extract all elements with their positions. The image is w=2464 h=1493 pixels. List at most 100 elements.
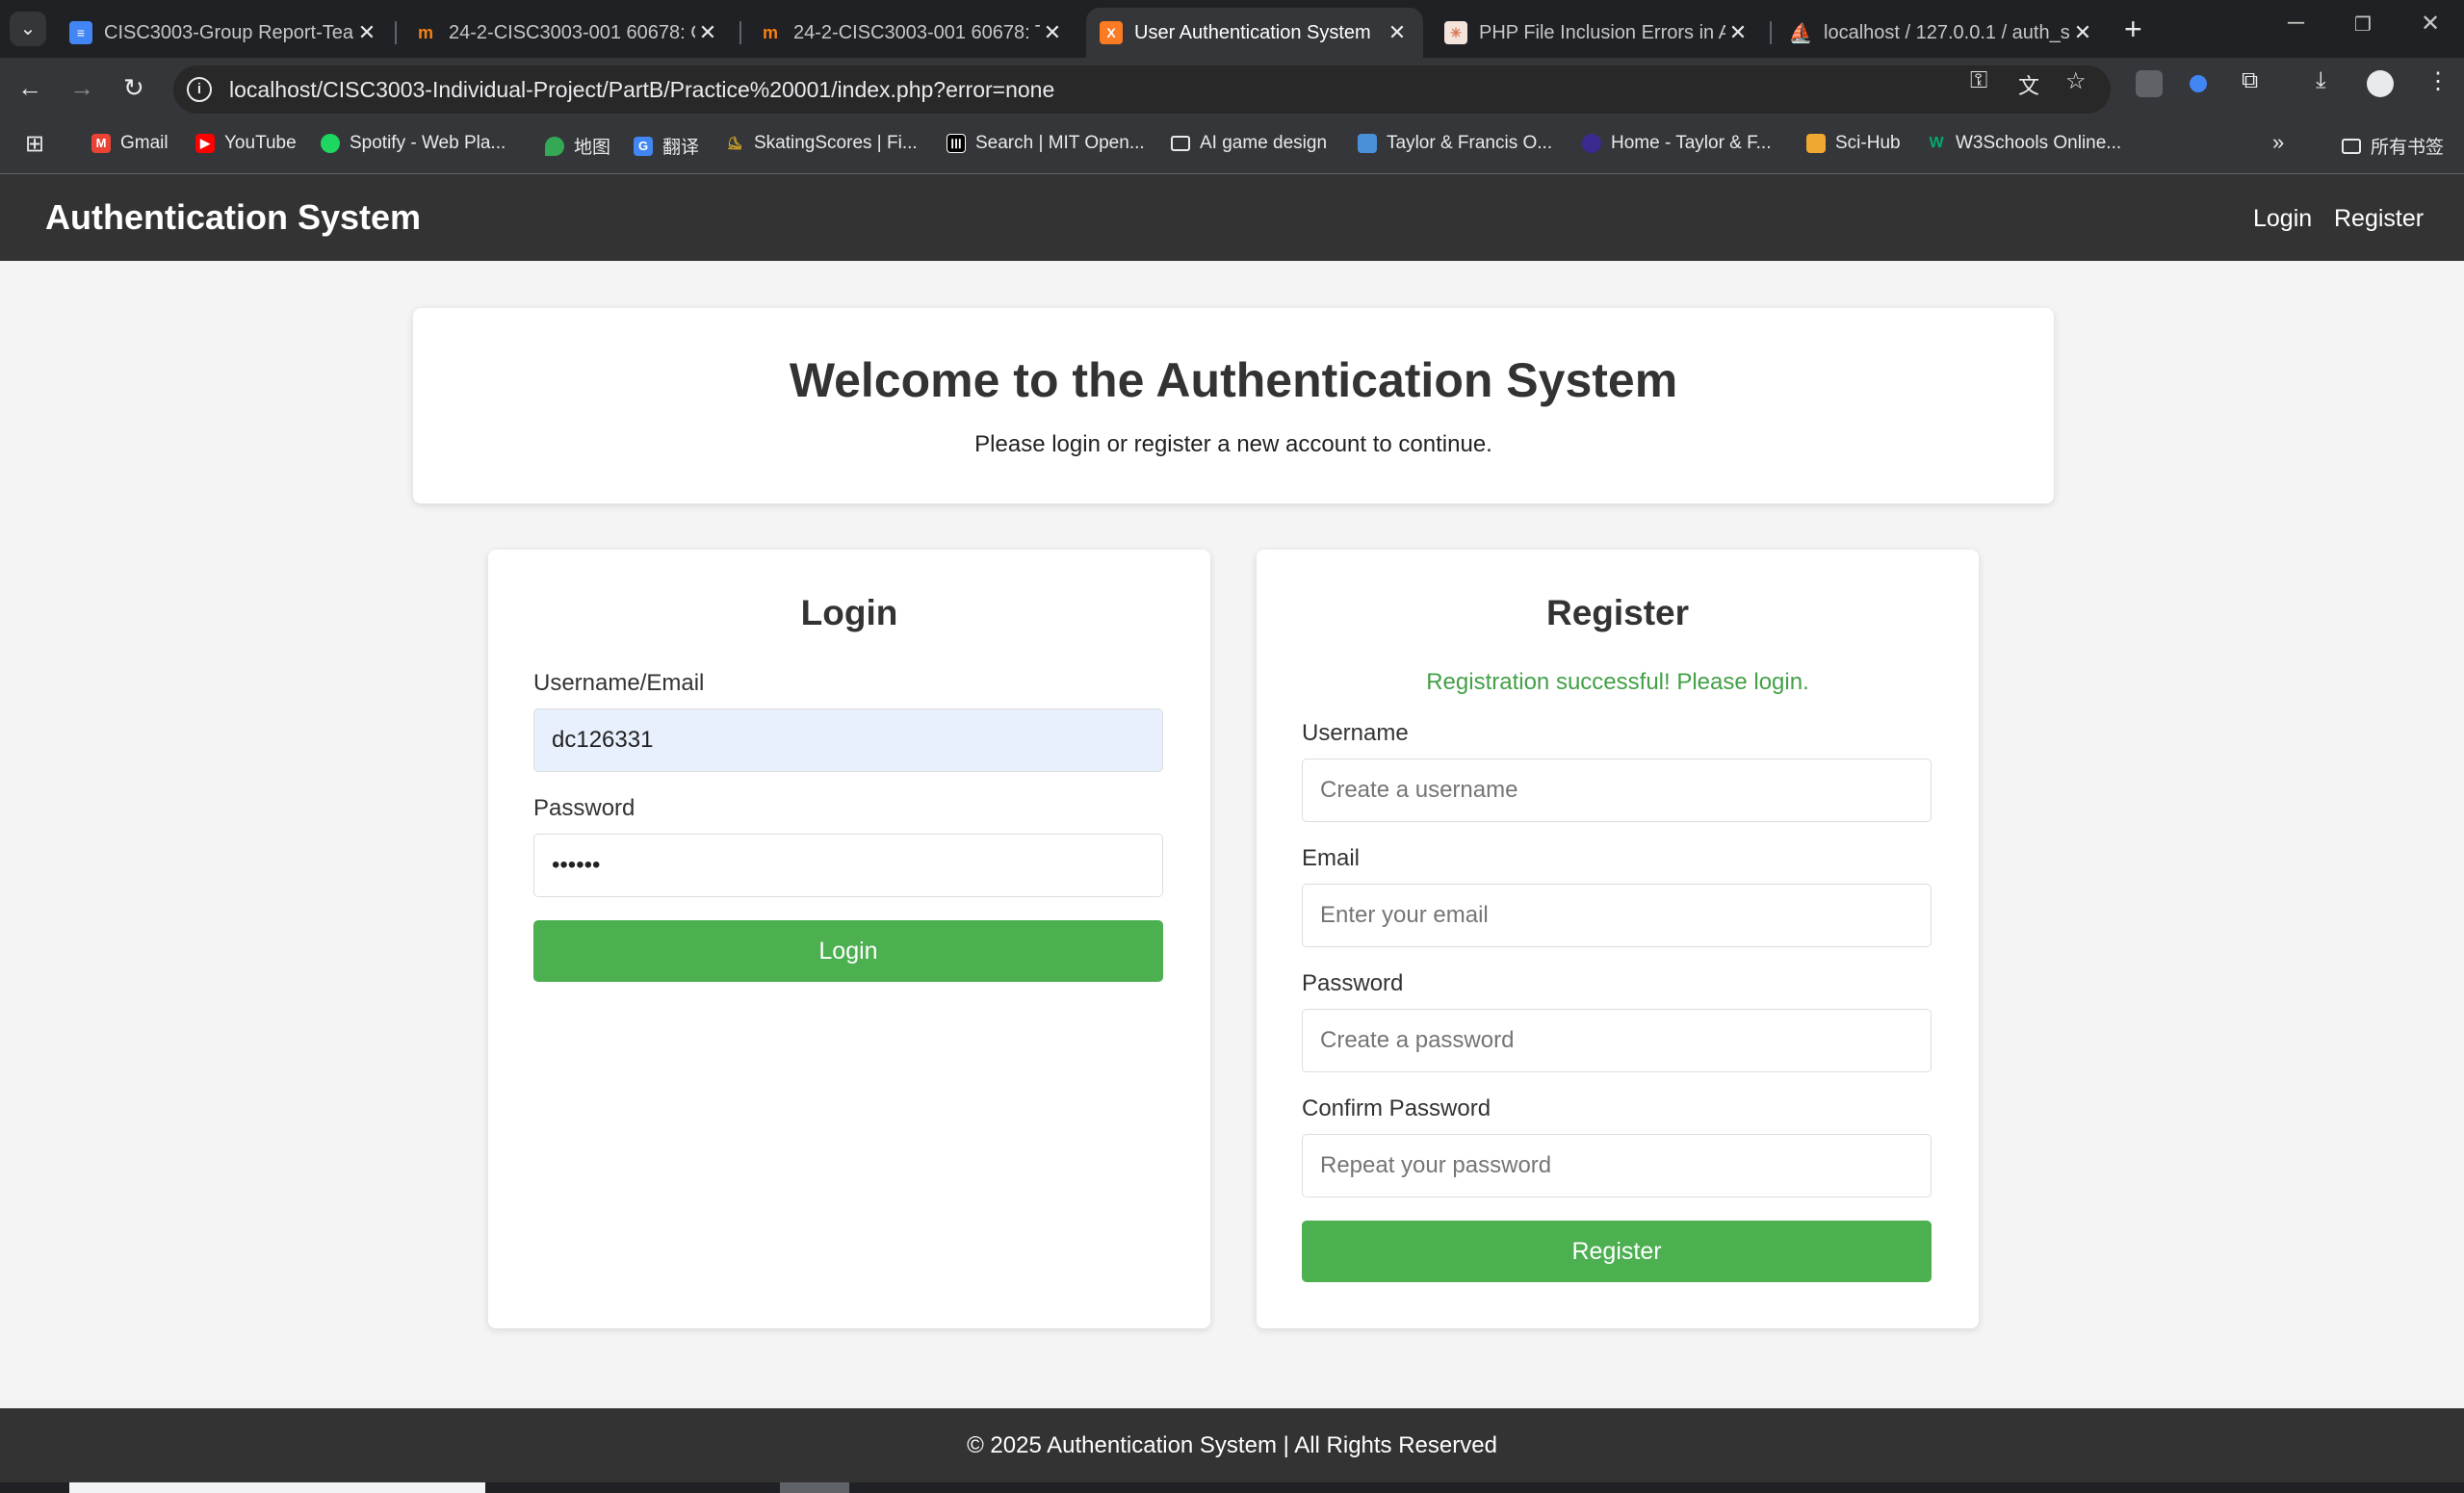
tab-title: PHP File Inclusion Errors in A xyxy=(1479,21,1725,43)
tab-moodle-2[interactable]: m 24-2-CISC3003-001 60678: T ✕ xyxy=(745,8,1078,58)
bookmark-taylor-francis[interactable]: Taylor & Francis O... xyxy=(1358,133,1552,154)
close-icon[interactable]: ✕ xyxy=(695,20,720,45)
profile-avatar-icon[interactable] xyxy=(2367,70,2394,97)
register-email-input[interactable]: Enter your email xyxy=(1302,884,1932,947)
welcome-title: Welcome to the Authentication System xyxy=(789,353,1678,407)
login-card: Login Username/Email dc126331 Password •… xyxy=(488,550,1210,1328)
close-icon[interactable]: ✕ xyxy=(354,20,379,45)
tab-title: User Authentication System xyxy=(1134,21,1371,43)
nav-register-link[interactable]: Register xyxy=(2334,205,2424,233)
url-text[interactable]: localhost/CISC3003-Individual-Project/Pa… xyxy=(229,77,1054,103)
login-password-label: Password xyxy=(533,795,635,821)
bookmark-translate[interactable]: G 翻译 xyxy=(634,133,699,159)
nav-login-link[interactable]: Login xyxy=(2253,205,2312,233)
username-email-label: Username/Email xyxy=(533,670,705,696)
phpmyadmin-icon: ⛵ xyxy=(1788,22,1813,44)
download-icon[interactable]: ⤓ xyxy=(2316,67,2326,94)
xampp-icon: X xyxy=(1100,21,1123,44)
tab-moodle-1[interactable]: m 24-2-CISC3003-001 60678: C ✕ xyxy=(401,8,734,58)
scihub-icon xyxy=(1806,134,1826,153)
apps-grid-icon[interactable]: ⊞ xyxy=(25,130,44,158)
bookmark-label: Gmail xyxy=(120,133,169,153)
docs-icon: ≡ xyxy=(69,21,92,44)
brand-title[interactable]: Authentication System xyxy=(45,197,421,238)
bookmark-taylor-francis-home[interactable]: Home - Taylor & F... xyxy=(1582,133,1771,154)
bookmark-label: Sci-Hub xyxy=(1835,133,1901,153)
arrow-left-icon: ← xyxy=(17,73,42,102)
bookmark-ai-game-design[interactable]: AI game design xyxy=(1171,133,1327,154)
shield-extension-icon[interactable] xyxy=(2136,70,2163,97)
page-footer: © 2025 Authentication System | All Right… xyxy=(0,1408,2464,1482)
close-icon[interactable]: ✕ xyxy=(1725,20,1751,45)
bookmark-star-icon[interactable]: ☆ xyxy=(2065,67,2087,95)
reload-icon: ↻ xyxy=(123,73,144,102)
register-button[interactable]: Register xyxy=(1302,1221,1932,1282)
maps-icon xyxy=(545,136,564,156)
w3schools-icon: W xyxy=(1929,135,1944,151)
tab-user-authentication[interactable]: X User Authentication System ✕ xyxy=(1086,8,1423,58)
close-icon[interactable]: ✕ xyxy=(1040,20,1065,45)
bookmarks-bar: ⊞ M Gmail ▶ YouTube Spotify - Web Pla... 地… xyxy=(0,121,2464,174)
taskbar-item[interactable] xyxy=(780,1482,849,1493)
bookmark-label: SkatingScores | Fi... xyxy=(754,133,918,153)
bookmark-label: Spotify - Web Pla... xyxy=(350,133,506,153)
bookmark-gmail[interactable]: M Gmail xyxy=(91,133,169,154)
password-key-icon[interactable]: ⚿ xyxy=(1970,67,1987,94)
minimize-icon: ─ xyxy=(2288,10,2305,36)
register-password-label: Password xyxy=(1302,970,1404,996)
forward-button[interactable]: → xyxy=(69,73,94,103)
login-username-input[interactable]: dc126331 xyxy=(533,708,1163,772)
register-username-input[interactable]: Create a username xyxy=(1302,759,1932,822)
plus-icon: + xyxy=(2124,12,2142,46)
close-window-button[interactable]: ✕ xyxy=(2421,10,2440,38)
tab-phpmyadmin[interactable]: ⛵ localhost / 127.0.0.1 / auth_s ✕ xyxy=(1776,8,2109,58)
bookmark-spotify[interactable]: Spotify - Web Pla... xyxy=(321,133,506,154)
minimize-button[interactable]: ─ xyxy=(2288,10,2304,37)
welcome-card: Welcome to the Authentication System Ple… xyxy=(413,308,2054,503)
confirm-password-label: Confirm Password xyxy=(1302,1095,1491,1121)
close-icon[interactable]: ✕ xyxy=(1385,20,1410,45)
bookmark-maps[interactable]: 地图 xyxy=(545,133,610,159)
register-password-input[interactable]: Create a password xyxy=(1302,1009,1932,1072)
mit-icon: ⅠⅠⅠ xyxy=(947,134,966,153)
taskbar-search-box[interactable] xyxy=(69,1482,485,1493)
back-button[interactable]: ← xyxy=(17,73,42,103)
bookmark-skatingscores[interactable]: ⛸ SkatingScores | Fi... xyxy=(725,133,918,154)
tab-search-button[interactable]: ⌄ xyxy=(10,12,46,46)
moodle-icon: m xyxy=(762,22,778,42)
kebab-menu-icon[interactable]: ⋮ xyxy=(2426,67,2450,95)
tab-group-report[interactable]: ≡ CISC3003-Group Report-Team ✕ xyxy=(56,8,393,58)
close-icon[interactable]: ✕ xyxy=(2070,20,2095,45)
all-bookmarks-folder[interactable]: 所有书签 xyxy=(2342,133,2444,159)
bookmark-scihub[interactable]: Sci-Hub xyxy=(1806,133,1901,154)
tab-title: CISC3003-Group Report-Team xyxy=(104,21,354,43)
bookmarks-overflow-icon[interactable]: » xyxy=(2272,130,2284,155)
register-card: Register Registration successful! Please… xyxy=(1257,550,1979,1328)
translate-icon[interactable]: 文 xyxy=(2018,69,2039,100)
login-button[interactable]: Login xyxy=(533,920,1163,982)
bookmark-label: Taylor & Francis O... xyxy=(1387,133,1553,153)
bookmark-w3schools[interactable]: W W3Schools Online... xyxy=(1927,133,2121,154)
all-bookmarks-label: 所有书签 xyxy=(2371,138,2445,158)
extensions-puzzle-icon[interactable]: ⧉ xyxy=(2242,67,2258,94)
address-bar[interactable]: i localhost/CISC3003-Individual-Project/… xyxy=(173,65,2111,114)
login-password-input[interactable]: •••••• xyxy=(533,834,1163,897)
taskbar-strip xyxy=(0,1482,2464,1493)
chevron-down-icon: ⌄ xyxy=(19,18,37,39)
new-tab-button[interactable]: + xyxy=(2124,12,2142,46)
folder-icon xyxy=(2342,138,2361,154)
bookmark-label: Search | MIT Open... xyxy=(975,133,1145,153)
reload-button[interactable]: ↻ xyxy=(123,73,144,103)
tab-strip: ⌄ ≡ CISC3003-Group Report-Team ✕ m 24-2-… xyxy=(0,0,2464,58)
bookmark-label: YouTube xyxy=(224,133,297,153)
bookmark-label: AI game design xyxy=(1200,133,1328,153)
bookmark-label: 翻译 xyxy=(662,138,700,158)
bookmark-mit[interactable]: ⅠⅠⅠ Search | MIT Open... xyxy=(947,133,1145,154)
tab-php-errors[interactable]: ✳ PHP File Inclusion Errors in A ✕ xyxy=(1431,8,1764,58)
tab-separator xyxy=(395,21,397,44)
restore-button[interactable]: ❐ xyxy=(2354,13,2372,37)
confirm-password-input[interactable]: Repeat your password xyxy=(1302,1134,1932,1197)
bookmark-youtube[interactable]: ▶ YouTube xyxy=(195,133,297,154)
site-info-icon[interactable]: i xyxy=(187,77,212,102)
extension-dot-icon[interactable] xyxy=(2190,75,2207,92)
